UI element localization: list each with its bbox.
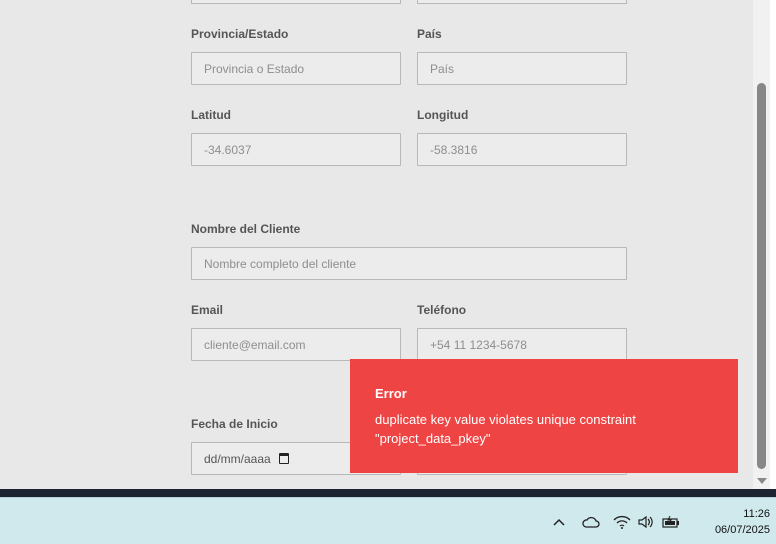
scrollbar[interactable] bbox=[753, 0, 770, 489]
province-input[interactable]: Provincia o Estado bbox=[191, 52, 401, 85]
longitude-label: Longitud bbox=[417, 108, 469, 122]
clock-date: 06/07/2025 bbox=[714, 524, 770, 536]
phone-label: Teléfono bbox=[417, 303, 467, 317]
speaker-icon[interactable] bbox=[636, 498, 656, 544]
start-date-label: Fecha de Inicio bbox=[191, 417, 278, 431]
city-input[interactable] bbox=[417, 0, 627, 4]
latitude-label: Latitud bbox=[191, 108, 231, 122]
address-input[interactable] bbox=[191, 0, 401, 4]
taskbar: 11:26 06/07/2025 bbox=[0, 497, 776, 544]
email-input[interactable]: cliente@email.com bbox=[191, 328, 401, 361]
toast-message: duplicate key value violates unique cons… bbox=[375, 412, 636, 446]
longitude-input[interactable]: -58.3816 bbox=[417, 133, 627, 166]
battery-icon[interactable] bbox=[660, 498, 682, 544]
toast-title: Error bbox=[375, 386, 407, 401]
scroll-down-arrow-icon[interactable] bbox=[757, 478, 767, 484]
calendar-icon[interactable] bbox=[278, 453, 289, 464]
clock-time: 11:26 bbox=[743, 508, 770, 520]
latitude-input[interactable]: -34.6037 bbox=[191, 133, 401, 166]
scrollbar-thumb[interactable] bbox=[757, 83, 766, 469]
client-name-label: Nombre del Cliente bbox=[191, 222, 301, 236]
error-toast[interactable]: Error duplicate key value violates uniqu… bbox=[350, 359, 738, 473]
client-name-input[interactable]: Nombre completo del cliente bbox=[191, 247, 627, 280]
wifi-icon[interactable] bbox=[612, 498, 632, 544]
country-input[interactable]: País bbox=[417, 52, 627, 85]
province-label: Provincia/Estado bbox=[191, 27, 289, 41]
email-label: Email bbox=[191, 303, 224, 317]
chevron-up-icon[interactable] bbox=[550, 498, 568, 544]
phone-input[interactable]: +54 11 1234-5678 bbox=[417, 328, 627, 361]
form-page: Provincia/Estado Provincia o Estado País… bbox=[0, 0, 753, 489]
country-label: País bbox=[417, 27, 442, 41]
start-date-placeholder: dd/mm/aaaa bbox=[204, 451, 271, 466]
system-clock[interactable]: 11:26 06/07/2025 bbox=[690, 506, 770, 538]
cloud-icon[interactable] bbox=[580, 498, 602, 544]
